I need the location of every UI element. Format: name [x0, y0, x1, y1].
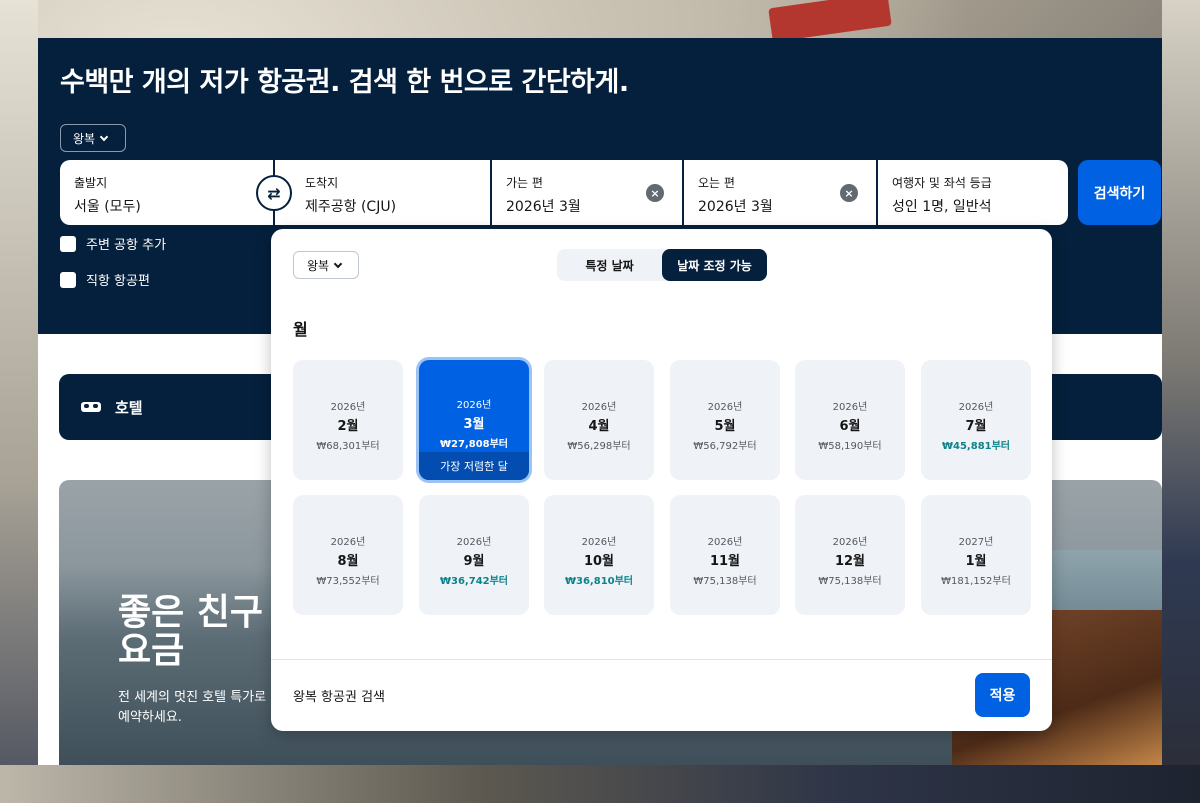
apply-button[interactable]: 적용 — [975, 673, 1030, 717]
cheapest-month-badge: 가장 저렴한 달 — [419, 452, 529, 480]
popover-divider — [271, 659, 1052, 660]
nearby-airports-checkbox[interactable]: 주변 공항 추가 — [60, 234, 166, 253]
tab-specific-date[interactable]: 특정 날짜 — [557, 249, 662, 281]
month-card-month: 7월 — [965, 419, 987, 434]
background-edge-bottom — [0, 765, 1200, 803]
trip-type-label: 왕복 — [73, 131, 96, 146]
month-card-month: 6월 — [839, 419, 861, 434]
trip-type-select[interactable]: 왕복 — [60, 124, 126, 152]
checkbox-box[interactable] — [60, 271, 76, 288]
month-card-month: 9월 — [463, 554, 485, 569]
return-label: 오는 편 — [698, 176, 735, 190]
checkbox-box[interactable] — [60, 235, 76, 252]
month-section-title: 월 — [293, 320, 308, 339]
month-card-month: 3월 — [463, 417, 485, 432]
origin-field[interactable]: 출발지 서울 (모두) — [60, 160, 273, 225]
destination-label: 도착지 — [305, 176, 339, 190]
promo-title-line1: 좋은 친구 — [118, 592, 264, 633]
hotel-tab-label: 호텔 — [115, 398, 143, 417]
month-card-month: 1월 — [965, 554, 987, 569]
promo-title: 좋은 친구 요금 — [118, 594, 263, 670]
chevron-down-icon — [333, 259, 343, 268]
month-card-price: ₩181,152부터 — [941, 576, 1011, 587]
nearby-airports-label: 주변 공항 추가 — [86, 238, 167, 253]
return-date-field[interactable]: 오는 편 2026년 3월 × — [684, 160, 876, 225]
month-card-year: 2026년 — [581, 402, 617, 413]
month-card[interactable]: 2026년 9월 ₩36,742부터 — [419, 495, 529, 615]
depart-value: 2026년 3월 — [506, 199, 581, 215]
month-card-year: 2027년 — [958, 537, 994, 548]
month-card-year: 2026년 — [832, 402, 868, 413]
month-card-month: 12월 — [834, 554, 866, 569]
month-card-year: 2026년 — [330, 537, 366, 548]
month-card[interactable]: 2026년 7월 ₩45,881부터 — [921, 360, 1031, 480]
month-card-month: 10월 — [583, 554, 615, 569]
search-button[interactable]: 검색하기 — [1078, 160, 1161, 225]
month-card-price: ₩58,190부터 — [818, 441, 882, 452]
destination-field[interactable]: 도착지 제주공항 (CJU) — [275, 160, 490, 225]
month-card[interactable]: 2026년 3월 ₩27,808부터가장 저렴한 달 — [419, 360, 529, 480]
month-card-year: 2026년 — [958, 402, 994, 413]
month-card[interactable]: 2026년 11월 ₩75,138부터 — [670, 495, 780, 615]
direct-flights-checkbox[interactable]: 직항 항공편 — [60, 270, 150, 289]
bed-icon — [81, 400, 101, 414]
travellers-field[interactable]: 여행자 및 좌석 등급 성인 1명, 일반석 — [878, 160, 1068, 225]
travellers-label: 여행자 및 좌석 등급 — [892, 176, 992, 190]
month-card-price: ₩27,808부터 — [439, 439, 509, 450]
month-card-year: 2026년 — [456, 400, 492, 411]
background-edge-right — [1162, 0, 1200, 803]
month-card[interactable]: 2026년 4월 ₩56,298부터 — [544, 360, 654, 480]
month-card[interactable]: 2026년 8월 ₩73,552부터 — [293, 495, 403, 615]
date-picker-popover: 왕복 특정 날짜 날짜 조정 가능 월 2026년 2월 ₩68,301부터 2026… — [271, 229, 1052, 731]
month-card-price: ₩56,298부터 — [567, 441, 631, 452]
destination-value: 제주공항 (CJU) — [305, 199, 397, 215]
depart-date-field[interactable]: 가는 편 2026년 3월 × — [492, 160, 682, 225]
origin-value: 서울 (모두) — [74, 199, 141, 215]
month-card-year: 2026년 — [707, 537, 743, 548]
month-card-price: ₩45,881부터 — [941, 441, 1011, 452]
popover-footer-label: 왕복 항공권 검색 — [293, 690, 385, 705]
page-headline: 수백만 개의 저가 항공권. 검색 한 번으로 간단하게. — [60, 67, 629, 98]
month-card-price: ₩75,138부터 — [818, 576, 882, 587]
origin-label: 출발지 — [74, 176, 108, 190]
travellers-value: 성인 1명, 일반석 — [892, 199, 992, 215]
tab-flexible-date[interactable]: 날짜 조정 가능 — [662, 249, 767, 281]
month-card[interactable]: 2026년 10월 ₩36,810부터 — [544, 495, 654, 615]
month-card-month: 4월 — [588, 419, 610, 434]
month-card[interactable]: 2026년 12월 ₩75,138부터 — [795, 495, 905, 615]
month-card-price: ₩36,742부터 — [439, 576, 509, 587]
return-value: 2026년 3월 — [698, 199, 773, 215]
clear-depart-icon[interactable]: × — [646, 184, 664, 202]
direct-flights-label: 직항 항공편 — [86, 274, 150, 289]
month-card-year: 2026년 — [832, 537, 868, 548]
chevron-down-icon — [99, 132, 109, 141]
month-card-month: 11월 — [709, 554, 741, 569]
month-card-price: ₩36,810부터 — [564, 576, 634, 587]
clear-return-icon[interactable]: × — [840, 184, 858, 202]
month-card[interactable]: 2026년 5월 ₩56,792부터 — [670, 360, 780, 480]
month-card-month: 5월 — [714, 419, 736, 434]
month-card-year: 2026년 — [581, 537, 617, 548]
popover-trip-type-label: 왕복 — [307, 258, 330, 273]
month-grid: 2026년 2월 ₩68,301부터 2026년 3월 ₩27,808부터가장 저렴한 달… — [293, 360, 1031, 615]
promo-title-line2: 요금 — [118, 630, 185, 671]
swap-icon[interactable]: ⇄ — [256, 175, 292, 211]
date-mode-toggle: 특정 날짜 날짜 조정 가능 — [557, 249, 767, 281]
popover-trip-type-select[interactable]: 왕복 — [293, 251, 359, 279]
month-card-month: 2월 — [337, 419, 359, 434]
month-card-year: 2026년 — [456, 537, 492, 548]
month-card[interactable]: 2026년 6월 ₩58,190부터 — [795, 360, 905, 480]
month-card-price: ₩68,301부터 — [316, 441, 380, 452]
promo-subtitle: 전 세계의 멋진 호텔 특가로 예약하세요. — [118, 690, 267, 725]
month-card-price: ₩73,552부터 — [316, 576, 380, 587]
month-card-price: ₩75,138부터 — [693, 576, 757, 587]
depart-label: 가는 편 — [506, 176, 543, 190]
month-card[interactable]: 2027년 1월 ₩181,152부터 — [921, 495, 1031, 615]
background-edge-left — [0, 0, 38, 803]
month-card-year: 2026년 — [707, 402, 743, 413]
month-card-month: 8월 — [337, 554, 359, 569]
month-card[interactable]: 2026년 2월 ₩68,301부터 — [293, 360, 403, 480]
month-card-year: 2026년 — [330, 402, 366, 413]
month-card-price: ₩56,792부터 — [693, 441, 757, 452]
